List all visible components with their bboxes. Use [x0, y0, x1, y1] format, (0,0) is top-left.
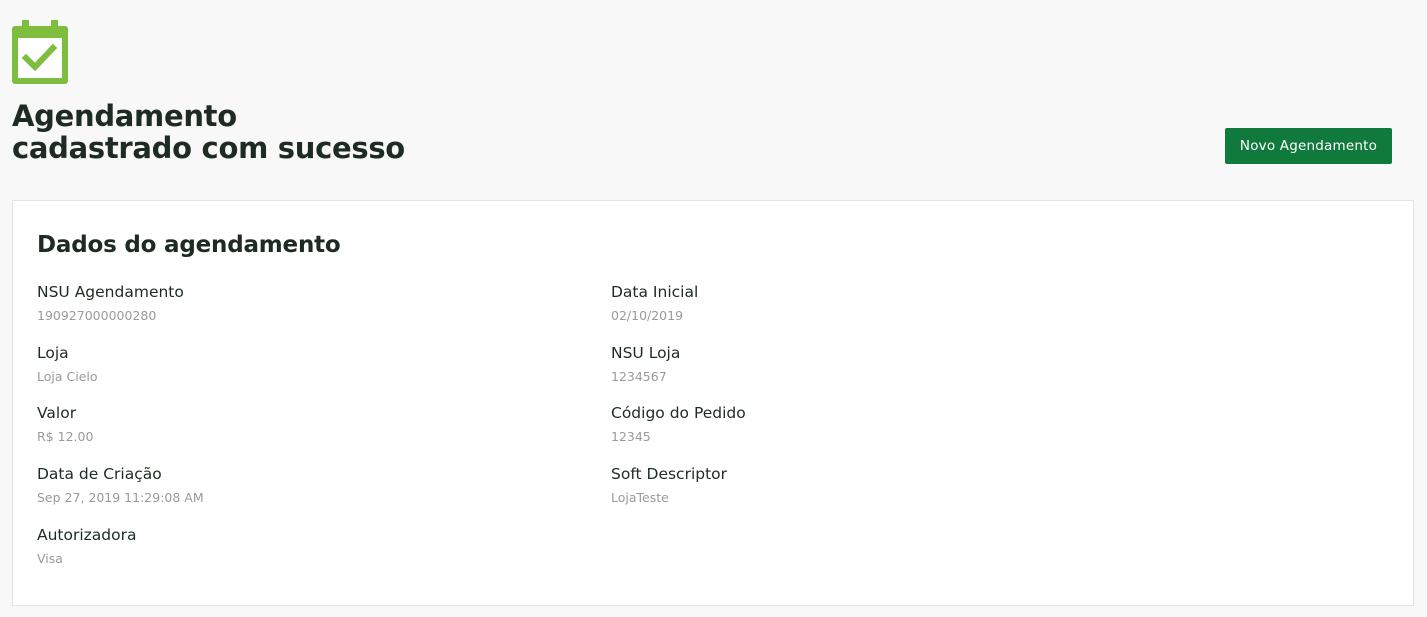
field-soft-descriptor: Soft Descriptor LojaTeste	[611, 464, 1131, 506]
field-label: NSU Loja	[611, 344, 681, 362]
page-title: Agendamento cadastrado com sucesso	[12, 100, 405, 164]
field-label: Loja	[37, 344, 69, 362]
field-label: Data Inicial	[611, 283, 699, 301]
field-label: Autorizadora	[37, 526, 137, 544]
field-label: Soft Descriptor	[611, 465, 728, 483]
field-value: 02/10/2019	[611, 308, 684, 323]
field-autorizadora: Autorizadora Visa	[37, 525, 557, 567]
field-data-criacao: Data de Criação Sep 27, 2019 11:29:08 AM	[37, 464, 557, 506]
page-title-line-2: cadastrado com sucesso	[12, 131, 405, 165]
new-schedule-button[interactable]: Novo Agendamento	[1225, 128, 1392, 164]
card-title: Dados do agendamento	[37, 232, 341, 258]
field-value: 12345	[611, 429, 651, 444]
field-value: R$ 12.00	[37, 429, 94, 444]
field-nsu-agendamento: NSU Agendamento 190927000000280	[37, 282, 557, 324]
field-label: Código do Pedido	[611, 404, 746, 422]
field-value: 190927000000280	[37, 308, 157, 323]
field-label: Valor	[37, 404, 77, 422]
page-header: Agendamento cadastrado com sucesso Novo …	[12, 20, 1415, 170]
field-value: Loja Cielo	[37, 369, 98, 384]
calendar-check-icon	[12, 20, 68, 84]
field-data-inicial: Data Inicial 02/10/2019	[611, 282, 1131, 324]
field-nsu-loja: NSU Loja 1234567	[611, 343, 1131, 385]
field-value: LojaTeste	[611, 490, 669, 505]
field-codigo-pedido: Código do Pedido 12345	[611, 403, 1131, 445]
field-label: Data de Criação	[37, 465, 162, 483]
page-title-line-1: Agendamento	[12, 99, 237, 133]
field-value: Visa	[37, 551, 63, 566]
field-valor: Valor R$ 12.00	[37, 403, 557, 445]
field-loja: Loja Loja Cielo	[37, 343, 557, 385]
schedule-details-card: Dados do agendamento NSU Agendamento 190…	[12, 200, 1414, 606]
field-value: 1234567	[611, 369, 667, 384]
field-value: Sep 27, 2019 11:29:08 AM	[37, 490, 204, 505]
field-label: NSU Agendamento	[37, 283, 184, 301]
